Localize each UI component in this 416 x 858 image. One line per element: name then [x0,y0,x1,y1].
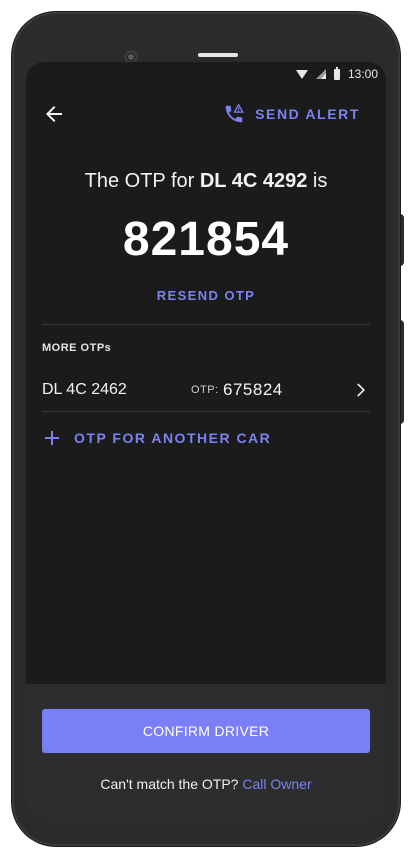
arrow-left-icon [46,106,62,122]
divider [42,324,370,325]
other-vehicle-number: DL 4C 2462 [42,381,127,398]
add-another-car-button[interactable]: OTP FOR ANOTHER CAR [44,428,271,448]
phone-alert-icon [225,103,244,123]
otp-label: OTP: [191,384,219,396]
signal-icon [315,69,326,79]
vehicle-number: DL 4C 4292 [199,170,308,192]
send-alert-label: SEND ALERT [255,106,360,122]
cant-match-text: Can't match the OTP? Call Owner [26,776,386,792]
back-button[interactable] [42,102,66,126]
status-time: 13:00 [347,67,378,81]
confirm-driver-button[interactable]: CONFIRM DRIVER [42,709,370,753]
more-otps-heading: MORE OTPs [42,342,112,354]
chevron-right-icon [357,383,365,397]
call-owner-link[interactable]: Call Owner [242,776,311,792]
resend-otp-button[interactable]: RESEND OTP [26,288,386,303]
send-alert-button[interactable]: SEND ALERT [223,102,360,126]
otp-title: The OTP for DL 4C 4292 is [26,170,386,193]
list-item-otp[interactable]: DL 4C 2462 OTP: 675824 [42,372,370,408]
otp-code: 821854 [122,213,290,266]
earpiece-speaker [198,53,238,57]
add-another-car-label: OTP FOR ANOTHER CAR [74,430,272,446]
wifi-icon [295,69,308,79]
otp-title-suffix: is [312,170,328,192]
otp-title-prefix: The OTP for [84,170,195,192]
status-bar: 13:00 [26,62,386,86]
battery-icon [333,66,340,80]
app-screen: 13:00 SEND ALERT The OTP for DL 4C 4292 … [26,62,386,820]
plus-icon [45,431,59,445]
other-otp-code: 675824 [223,380,283,399]
cant-match-label: Can't match the OTP? [100,776,239,792]
divider [42,411,370,412]
bottom-sheet: CONFIRM DRIVER Can't match the OTP? Call… [26,684,386,820]
